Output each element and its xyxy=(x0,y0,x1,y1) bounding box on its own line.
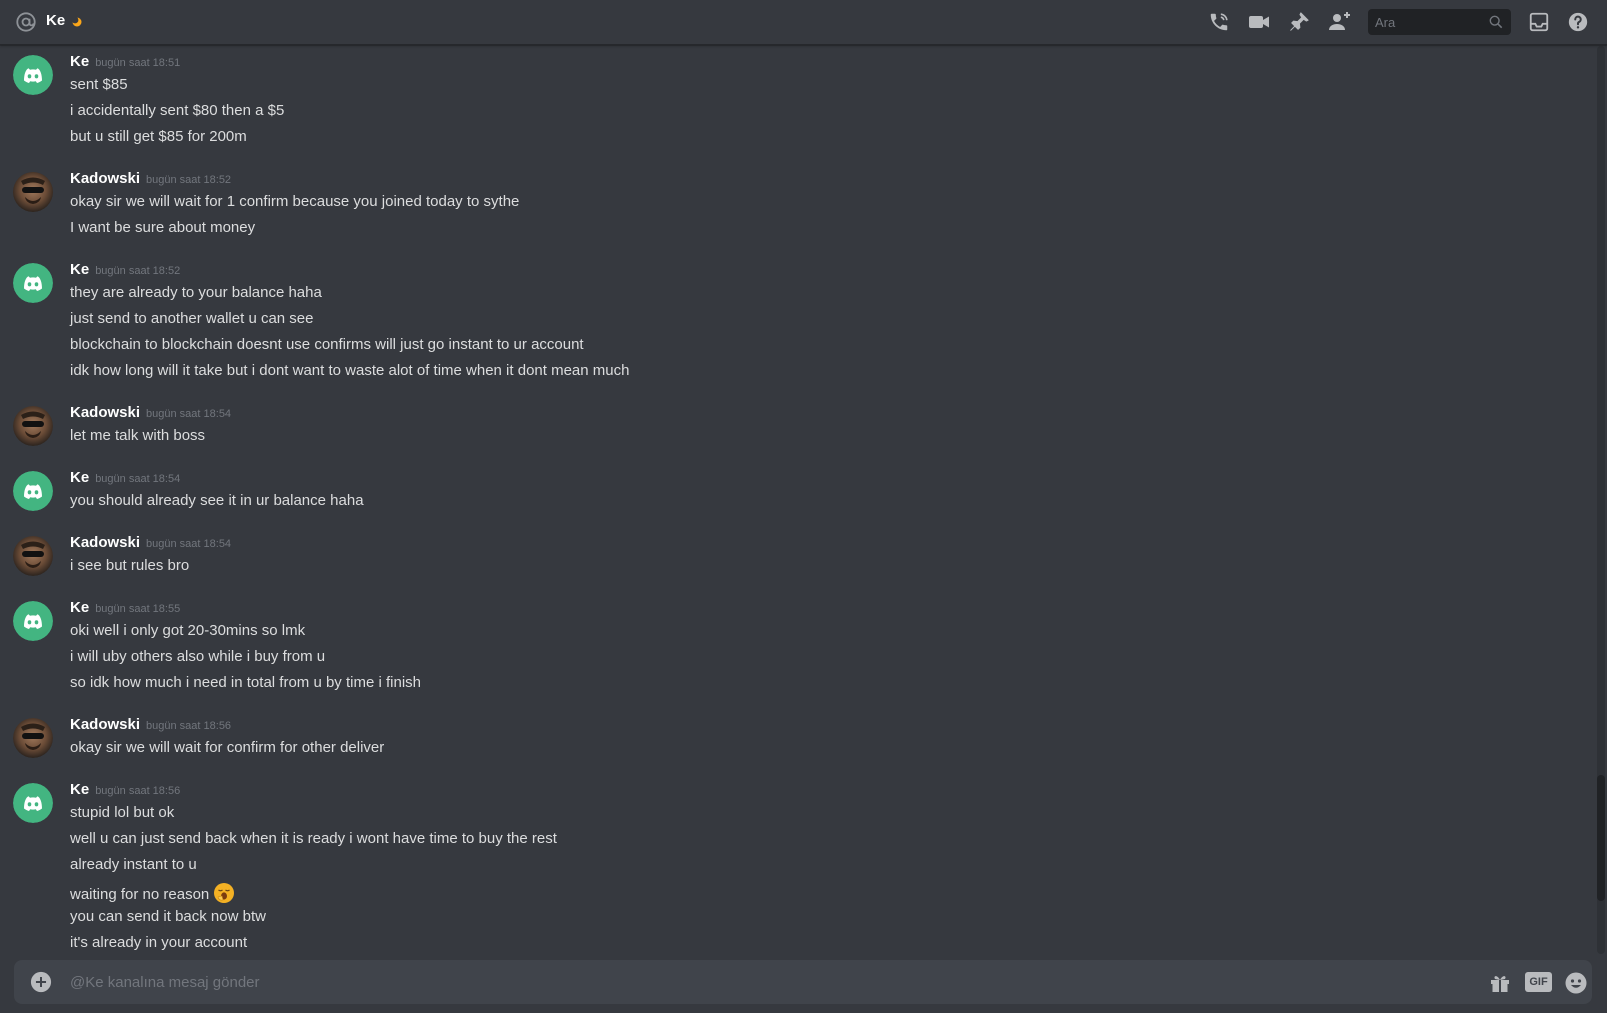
author-name[interactable]: Kadowski xyxy=(70,534,140,551)
author-name[interactable]: Kadowski xyxy=(70,170,140,187)
message-header: Kadowski bugün saat 18:56 xyxy=(70,716,231,734)
message-text: okay sir we will wait for confirm for ot… xyxy=(70,739,385,756)
message-header: Ke bugün saat 18:55 xyxy=(70,599,180,617)
scrollbar-thumb[interactable] xyxy=(1597,775,1605,901)
message-header: Ke bugün saat 18:54 xyxy=(70,469,180,487)
author-name[interactable]: Kadowski xyxy=(70,404,140,421)
message-list: Ke bugün saat 18:51 sent $85 i accidental… xyxy=(0,46,1595,954)
emoji-icon[interactable] xyxy=(1564,971,1588,995)
avatar[interactable] xyxy=(13,536,53,576)
user-photo-avatar-icon xyxy=(13,406,53,446)
message-timestamp: bugün saat 18:56 xyxy=(95,785,181,797)
user-photo-avatar-icon xyxy=(13,718,53,758)
video-call-icon[interactable] xyxy=(1247,10,1271,34)
message-input[interactable] xyxy=(70,960,1460,1004)
author-name[interactable]: Kadowski xyxy=(70,716,140,733)
search-box[interactable] xyxy=(1368,9,1511,35)
message-text: waiting for no reason xyxy=(70,886,210,903)
message-header: Kadowski bugün saat 18:54 xyxy=(70,404,231,422)
message-timestamp: bugün saat 18:54 xyxy=(95,473,181,485)
discord-default-avatar-icon xyxy=(13,601,53,641)
message-timestamp: bugün saat 18:55 xyxy=(95,603,181,615)
user-photo-avatar-icon xyxy=(13,172,53,212)
message-text: i accidentally sent $80 then a $5 xyxy=(70,102,285,119)
message-text: so idk how much i need in total from u b… xyxy=(70,674,421,691)
pin-icon[interactable] xyxy=(1287,10,1311,34)
message-text: it's already in your account xyxy=(70,934,248,951)
message-text: you should already see it in ur balance … xyxy=(70,492,364,509)
author-name[interactable]: Ke xyxy=(70,469,89,486)
call-icon[interactable] xyxy=(1207,10,1231,34)
avatar[interactable] xyxy=(13,783,53,823)
discord-default-avatar-icon xyxy=(13,263,53,303)
avatar[interactable] xyxy=(13,172,53,212)
yawning-face-emoji-icon xyxy=(214,883,235,903)
message-header: Ke bugün saat 18:56 xyxy=(70,781,180,799)
message-text: let me talk with boss xyxy=(70,427,206,444)
avatar[interactable] xyxy=(13,406,53,446)
author-name[interactable]: Ke xyxy=(70,781,89,798)
message-text: just send to another wallet u can see xyxy=(70,310,314,327)
avatar[interactable] xyxy=(13,55,53,95)
add-attachment-icon[interactable] xyxy=(30,971,52,993)
message-timestamp: bugün saat 18:51 xyxy=(95,57,181,69)
search-input[interactable] xyxy=(1368,9,1488,35)
message-timestamp: bugün saat 18:52 xyxy=(146,174,232,186)
discord-default-avatar-icon xyxy=(13,783,53,823)
message-header: Ke bugün saat 18:51 xyxy=(70,53,180,71)
at-icon xyxy=(16,12,36,32)
channel-header: Ke xyxy=(0,0,1607,45)
author-name[interactable]: Ke xyxy=(70,599,89,616)
message-timestamp: bugün saat 18:56 xyxy=(146,720,232,732)
message-text: stupid lol but ok xyxy=(70,804,175,821)
message-text: sent $85 xyxy=(70,76,128,93)
message-text: idk how long will it take but i dont wan… xyxy=(70,362,630,379)
idle-moon-icon xyxy=(72,17,82,27)
avatar[interactable] xyxy=(13,601,53,641)
message-header: Ke bugün saat 18:52 xyxy=(70,261,180,279)
avatar[interactable] xyxy=(13,471,53,511)
message-text: well u can just send back when it is rea… xyxy=(70,830,557,847)
message-text: already instant to u xyxy=(70,856,197,873)
message-timestamp: bugün saat 18:54 xyxy=(146,408,232,420)
message-text: I want be sure about money xyxy=(70,219,256,236)
author-name[interactable]: Ke xyxy=(70,261,89,278)
search-icon xyxy=(1489,15,1503,29)
message-composer: GIF xyxy=(14,960,1592,1004)
message-text: they are already to your balance haha xyxy=(70,284,322,301)
message-text: oki well i only got 20-30mins so lmk xyxy=(70,622,306,639)
avatar[interactable] xyxy=(13,263,53,303)
message-text: blockchain to blockchain doesnt use conf… xyxy=(70,336,584,353)
channel-title: Ke xyxy=(46,12,66,29)
author-name[interactable]: Ke xyxy=(70,53,89,70)
avatar[interactable] xyxy=(13,718,53,758)
message-text: okay sir we will wait for 1 confirm beca… xyxy=(70,193,520,210)
message-header: Kadowski bugün saat 18:52 xyxy=(70,170,231,188)
gif-icon[interactable]: GIF xyxy=(1525,972,1552,992)
message-text: but u still get $85 for 200m xyxy=(70,128,247,145)
message-text: you can send it back now btw xyxy=(70,908,266,925)
add-friend-icon[interactable] xyxy=(1327,10,1351,34)
message-text: i see but rules bro xyxy=(70,557,190,574)
message-text-with-emoji: waiting for no reason xyxy=(70,882,235,904)
gift-icon[interactable] xyxy=(1488,971,1512,995)
discord-default-avatar-icon xyxy=(13,471,53,511)
message-header: Kadowski bugün saat 18:54 xyxy=(70,534,231,552)
discord-default-avatar-icon xyxy=(13,55,53,95)
help-icon[interactable] xyxy=(1566,10,1590,34)
inbox-icon[interactable] xyxy=(1527,10,1551,34)
user-photo-avatar-icon xyxy=(13,536,53,576)
discord-dm-window: Ke Ara Ke bugün saat 18:51 sent $85 i ac… xyxy=(0,0,1607,1013)
message-text: i will uby others also while i buy from … xyxy=(70,648,326,665)
message-timestamp: bugün saat 18:52 xyxy=(95,265,181,277)
message-timestamp: bugün saat 18:54 xyxy=(146,538,232,550)
